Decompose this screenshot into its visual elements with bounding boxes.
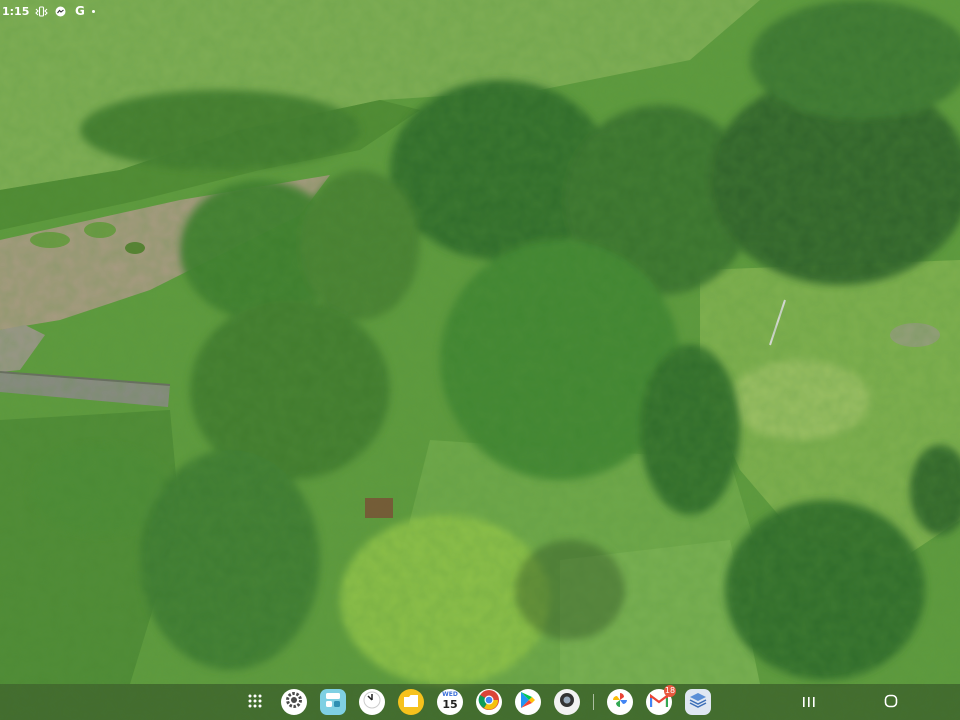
grid-icon	[248, 693, 262, 712]
folder-icon	[403, 693, 419, 712]
calendar-app[interactable]: WED 15	[437, 689, 463, 715]
camera-app[interactable]	[554, 689, 580, 715]
recents-icon	[802, 693, 816, 712]
google-icon: G	[74, 4, 85, 18]
status-bar: 1:15 G	[0, 0, 96, 22]
dock-separator	[593, 694, 594, 710]
camera-icon	[558, 691, 576, 713]
multi-window-icon	[324, 691, 342, 713]
aerial-wallpaper	[0, 0, 960, 720]
messenger-icon	[54, 5, 67, 18]
status-time: 1:15	[2, 4, 30, 18]
recents-button[interactable]	[796, 689, 822, 715]
play-store-icon	[520, 691, 536, 713]
app-drawer-button[interactable]	[242, 689, 268, 715]
gmail-badge: 18	[664, 685, 676, 697]
vibrate-icon	[35, 5, 49, 18]
files-app[interactable]	[685, 689, 711, 715]
calendar-day-label: WED	[442, 691, 458, 698]
my-files-app[interactable]	[398, 689, 424, 715]
gear-icon	[285, 691, 303, 713]
stack-icon	[689, 692, 707, 712]
clock-icon	[362, 690, 382, 714]
clock-app[interactable]	[359, 689, 385, 715]
settings-app[interactable]	[281, 689, 307, 715]
chrome-app[interactable]	[476, 689, 502, 715]
chrome-icon	[478, 689, 500, 715]
gmail-app[interactable]: 18	[646, 685, 676, 715]
notification-dot	[92, 9, 96, 13]
taskbar-dock: WED 15 18	[242, 685, 711, 715]
play-store-app[interactable]	[515, 689, 541, 715]
home-button[interactable]	[878, 689, 904, 715]
photos-app[interactable]	[607, 689, 633, 715]
home-icon	[884, 693, 898, 712]
app-pair-app[interactable]	[320, 689, 346, 715]
pinwheel-icon	[611, 691, 629, 713]
calendar-icon: 15	[442, 698, 458, 711]
